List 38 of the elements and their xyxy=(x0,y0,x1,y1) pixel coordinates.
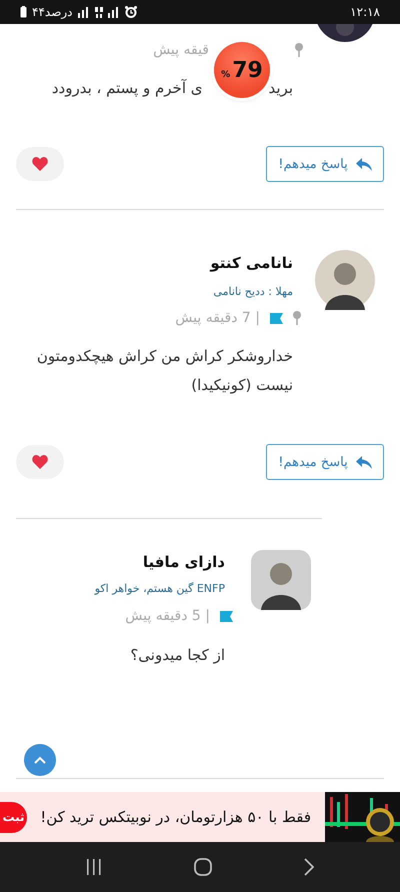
home-icon[interactable] xyxy=(194,858,212,876)
battery-icon xyxy=(20,6,27,18)
heart-icon xyxy=(32,455,48,469)
comment-time: | 7 دقیقه پیش xyxy=(175,310,260,326)
user-name: دازای مافیا xyxy=(142,552,225,572)
recent-apps-icon[interactable] xyxy=(86,859,102,875)
user-status: ENFP گین هستم، خواهر اکو xyxy=(94,581,225,597)
comment-time: | 5 دقیقه پیش xyxy=(125,608,210,624)
comment-text: از کجا میدونی؟ xyxy=(129,645,225,666)
reply-icon xyxy=(356,456,372,468)
comment-time: قیقه پیش xyxy=(153,42,209,58)
scroll-up-button[interactable] xyxy=(24,744,56,776)
avatar xyxy=(251,550,311,610)
comment-text: ی آخرم و پستم ، بدرودد xyxy=(52,78,202,98)
data-icon xyxy=(94,6,103,18)
comment-text: خداروشکر کراش من کراش هیچکدومتون نیست (کونیکیدا) xyxy=(36,346,293,396)
user-status: مهلا : ددیح نانامی xyxy=(213,284,293,300)
reply-button[interactable]: پاسخ میدهم! xyxy=(266,146,384,182)
score-value: 79 xyxy=(232,58,263,82)
signal-icon xyxy=(78,6,90,18)
reply-button[interactable]: پاسخ میدهم! xyxy=(266,444,384,480)
ad-text: فقط با ۵۰ هزارتومان، در نوبیتکس ترید کن! xyxy=(40,808,311,826)
comment-text: برید xyxy=(268,78,293,98)
clock: ۱۲:۱۸ xyxy=(350,5,380,19)
back-icon[interactable] xyxy=(304,858,314,876)
score-unit: % xyxy=(221,70,230,80)
avatar xyxy=(315,250,375,310)
like-button[interactable] xyxy=(16,147,64,181)
heart-icon xyxy=(32,157,48,171)
user-name: نانامی کنتو xyxy=(210,253,293,273)
reply-icon xyxy=(356,158,372,170)
ad-banner[interactable]: ثبت فقط با ۵۰ هزارتومان، در نوبیتکس ترید کن! xyxy=(0,792,400,842)
chevron-up-icon xyxy=(34,756,46,764)
like-button[interactable] xyxy=(16,445,64,479)
battery-level: ۴۴درصد xyxy=(32,5,73,19)
signup-button[interactable]: ثبت xyxy=(0,802,27,832)
signal-icon xyxy=(108,6,120,18)
alarm-icon xyxy=(124,6,137,18)
